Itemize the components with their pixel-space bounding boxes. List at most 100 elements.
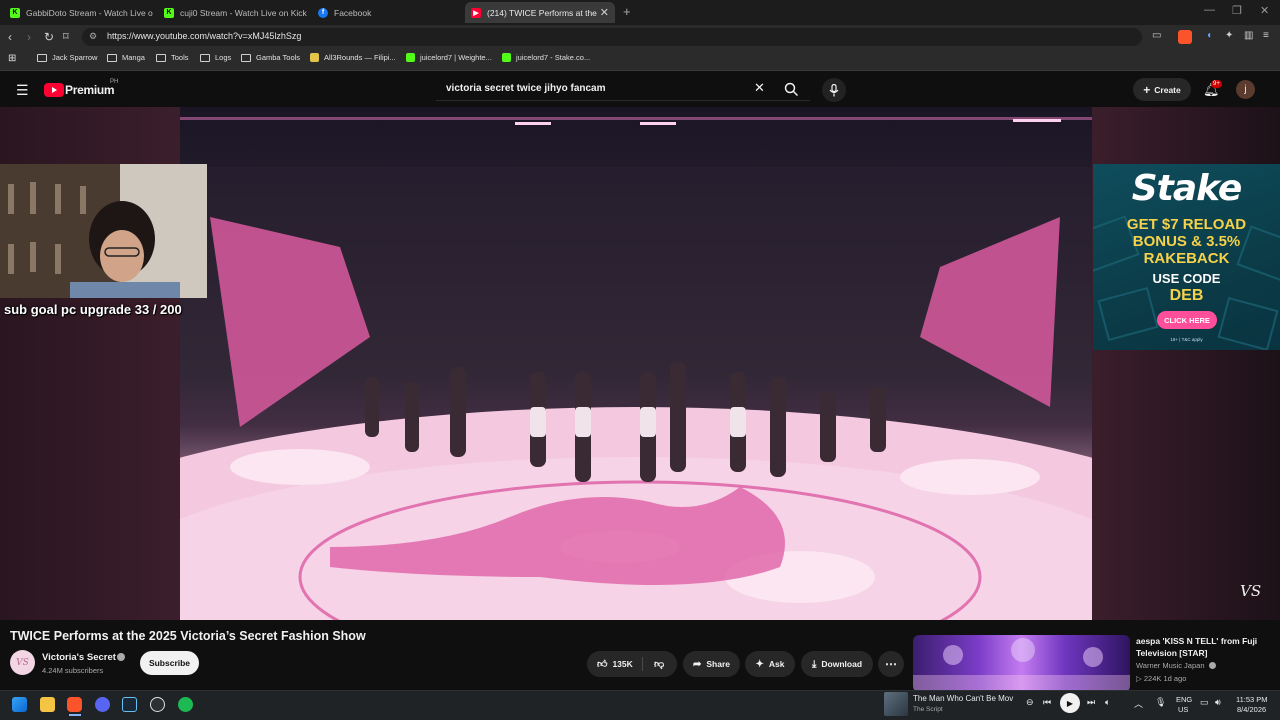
speaker-icon[interactable]: 🔊︎ [1215,697,1221,708]
kick-icon: K [164,7,174,18]
bookmark-site[interactable]: juicelord7 - Stake.co... [502,53,590,62]
ad-line-3: RAKEBACK [1143,250,1230,267]
download-button[interactable]: ⤓ Download [801,651,873,677]
youtube-header: ☰ Premium PH victoria secret twice jihyo… [0,72,1280,108]
microphone-icon [829,83,839,96]
ad-line-1: GET $7 RELOAD [1126,216,1247,233]
chevron-up-icon[interactable]: ︿ [1134,697,1143,710]
subscribe-button[interactable]: Subscribe [140,651,199,675]
channel-avatar[interactable]: VS [10,650,35,675]
recommended-video-title[interactable]: aespa 'KISS N TELL' from Fuji Television… [1136,635,1276,659]
apps-grid-icon[interactable]: ⊞ [8,53,16,64]
click-here-button[interactable]: CLICK HERE [1157,311,1217,329]
dislike-icon[interactable]: 👎︎ [654,658,664,670]
thumbnail-image [913,638,1130,692]
minimize-icon[interactable]: — [1204,4,1215,16]
clock-time[interactable]: 11:53 PM [1236,695,1268,704]
webcam-overlay [0,164,207,298]
volume-small-icon[interactable]: 🔈︎ [1105,697,1110,708]
like-count[interactable]: 135K [612,659,632,669]
media-settings-icon[interactable]: ⊖ [1026,697,1034,708]
bookmark-folder[interactable]: Logs [200,53,231,62]
bookmark-icon[interactable]: ⌑ [63,30,69,43]
microphone-icon[interactable]: 🎙︎ [1155,697,1166,708]
windows-start-icon[interactable] [12,697,27,712]
brave-browser-icon[interactable] [67,697,82,712]
tab-facebook[interactable]: f Facebook [312,2,462,23]
youtube-premium-label[interactable]: Premium [65,83,115,97]
bookmark-folder[interactable]: Manga [107,53,145,62]
network-icon[interactable]: ▭ [1200,697,1209,708]
bookmark-folder[interactable]: Tools [156,53,189,62]
spotify-icon[interactable] [178,697,193,712]
bookmark-site[interactable]: juicelord7 | Weighte... [406,53,492,62]
extensions-icon[interactable]: ✦ [1225,30,1233,41]
play-pause-button[interactable]: ▶ [1060,693,1080,713]
search-input[interactable]: victoria secret twice jihyo fancam ✕ [436,77,810,101]
avatar[interactable]: j [1236,80,1255,99]
steam-icon[interactable] [122,697,137,712]
next-track-icon[interactable]: ⏭ [1087,697,1095,708]
kick-icon: K [10,7,20,18]
video-frame [180,117,1092,620]
sidebar-icon[interactable]: ▥ [1244,30,1253,41]
recommended-meta: ▷ 224K 1d ago [1136,674,1187,683]
download-label: Download [821,659,863,669]
clear-search-icon[interactable]: ✕ [754,80,765,96]
maximize-icon[interactable]: ❐ [1232,4,1242,17]
youtube-logo-icon[interactable] [44,83,64,97]
hamburger-menu-icon[interactable]: ☰ [16,82,29,99]
folder-icon [37,53,47,62]
bookmark-folder[interactable]: Gamba Tools [241,53,300,62]
tab-cuji0[interactable]: K cuji0 Stream - Watch Live on Kick [158,2,308,23]
audio-icon[interactable]: ◖ [1206,30,1212,41]
reload-icon[interactable]: ↻ [44,30,54,44]
clock-date[interactable]: 8/4/2026 [1237,705,1266,714]
voice-search-button[interactable] [822,78,846,102]
recommended-video-thumbnail[interactable] [913,635,1130,692]
stake-ad[interactable]: Stake GET $7 RELOAD BONUS & 3.5% RAKEBAC… [1093,164,1280,350]
active-app-indicator [69,714,81,716]
tab-youtube-active[interactable]: ▶ (214) TWICE Performs at the ✕ [465,2,615,23]
like-icon[interactable]: 👍︎ [597,658,607,670]
bookmark-site[interactable]: All3Rounds — Filipi... [310,53,396,62]
share-button[interactable]: ➦ Share [683,651,740,677]
recommended-channel[interactable]: Warner Music Japan [1136,661,1205,670]
bookmark-label: Tools [171,53,189,62]
bookmark-label: juicelord7 - Stake.co... [516,53,591,62]
bookmark-folder[interactable]: Jack Sparrow [37,53,97,62]
region-indicator[interactable]: US [1178,705,1188,714]
ask-button[interactable]: ✦ Ask [745,651,795,677]
channel-name[interactable]: Victoria's Secret [42,652,116,663]
new-tab-button[interactable]: + [623,4,631,19]
address-bar-row: ‹ › ↻ ⌑ ⚙ https://www.youtube.com/watch?… [0,25,1280,49]
site-info-icon[interactable]: ⚙ [89,31,97,42]
media-title: The Man Who Can't Be Mov [913,694,1014,703]
tab-gabbidoto[interactable]: K GabbiDoto Stream - Watch Live o [4,2,154,23]
obs-icon[interactable] [150,697,165,712]
tab-title: cuji0 Stream - Watch Live on Kick [180,7,307,18]
create-button[interactable]: + Create [1133,78,1191,101]
webcam-image [0,164,207,298]
previous-track-icon[interactable]: ⏮ [1043,697,1051,708]
brave-shields-icon[interactable] [1178,30,1192,44]
forward-icon[interactable]: › [27,30,31,44]
bookmark-label: Manga [122,53,145,62]
video-player[interactable]: VS [180,107,1092,620]
close-tab-icon[interactable]: ✕ [600,6,609,19]
close-window-icon[interactable]: ✕ [1260,4,1269,17]
bookmark-label: Gamba Tools [256,53,301,62]
cast-icon[interactable]: ▭ [1152,30,1161,41]
url-field[interactable]: ⚙ https://www.youtube.com/watch?v=xMJ45l… [82,28,1142,46]
language-indicator[interactable]: ENG [1176,695,1192,704]
file-explorer-icon[interactable] [40,697,55,712]
share-icon: ➦ [692,658,702,670]
tab-title: GabbiDoto Stream - Watch Live o [26,7,153,18]
menu-icon[interactable]: ≡ [1263,30,1269,41]
back-icon[interactable]: ‹ [8,30,12,44]
search-icon[interactable] [784,82,799,97]
discord-icon[interactable] [95,697,110,712]
more-icon: ⋯ [885,657,897,671]
ask-label: Ask [768,659,785,669]
more-actions-button[interactable]: ⋯ [878,651,904,677]
